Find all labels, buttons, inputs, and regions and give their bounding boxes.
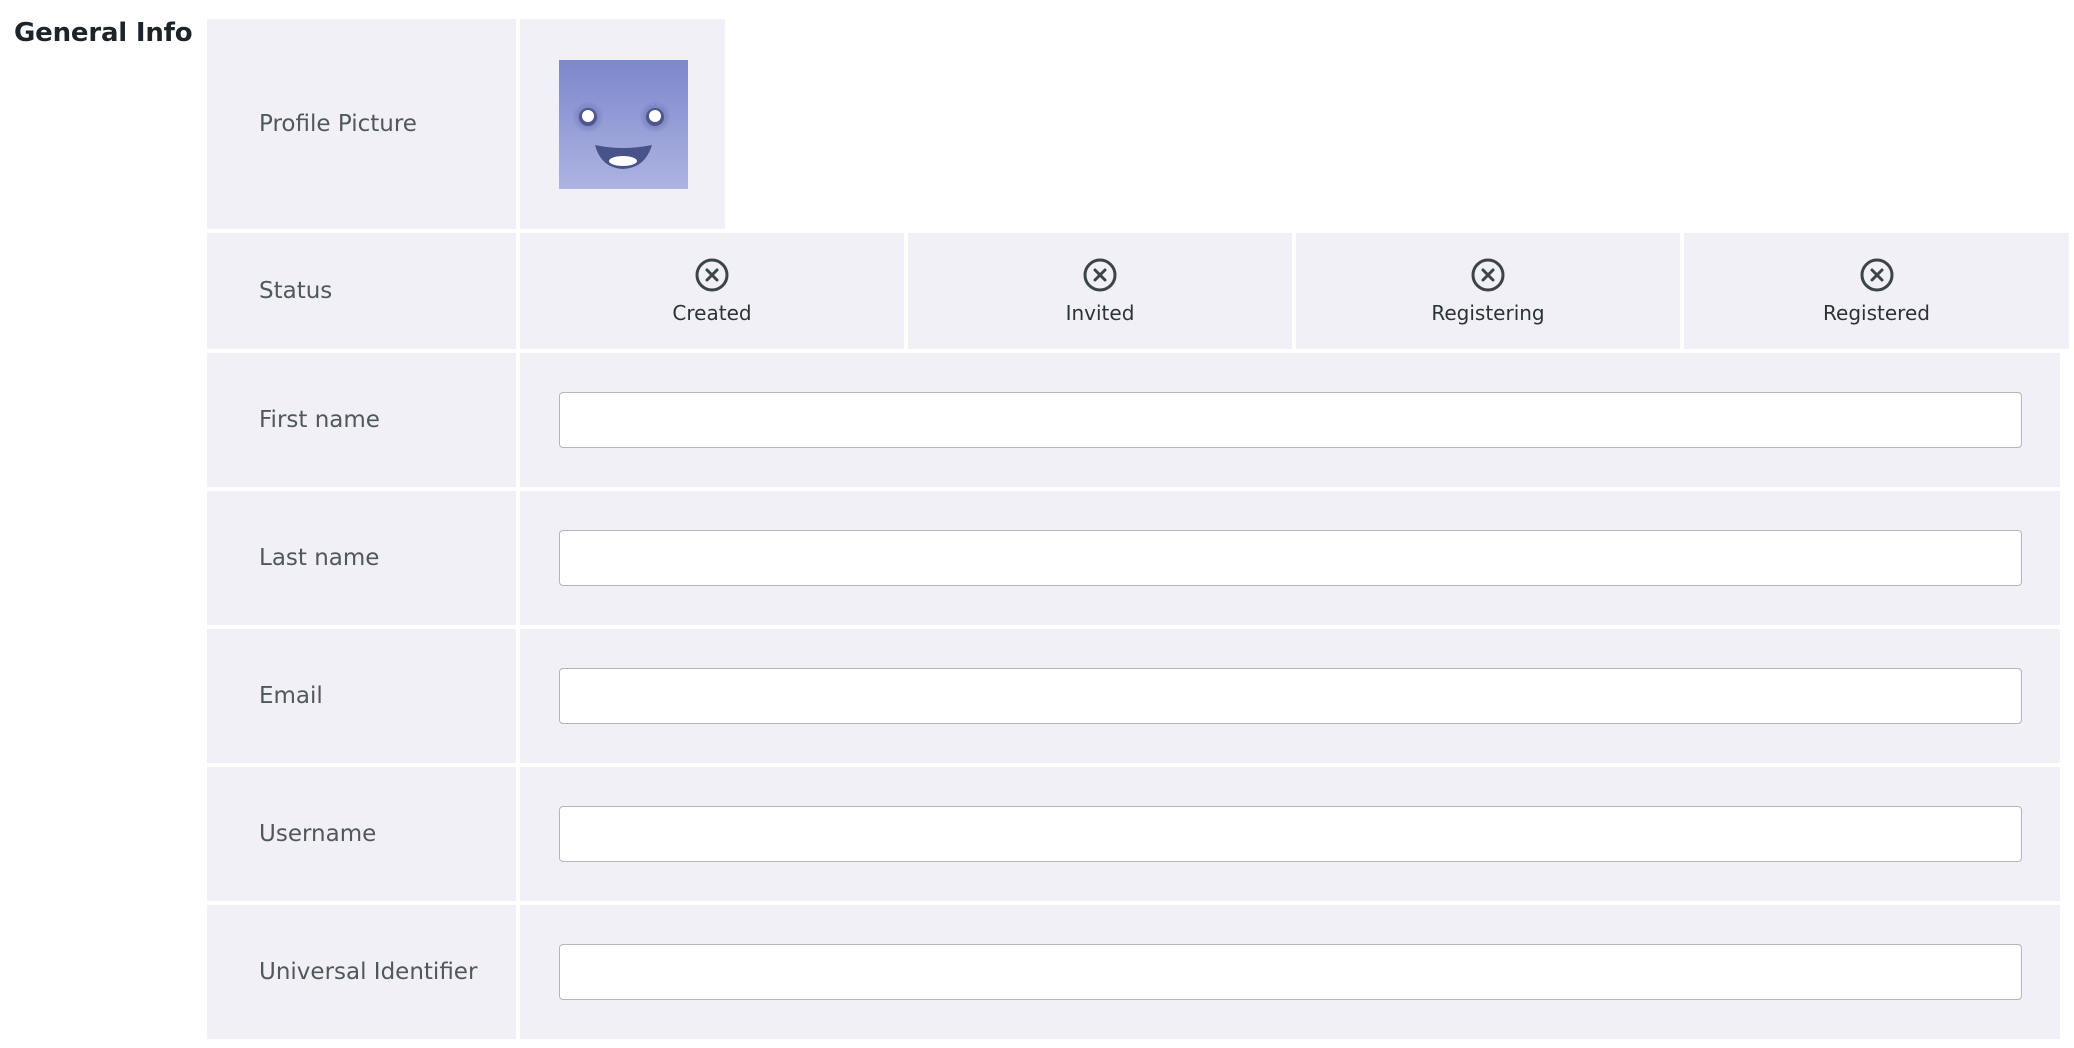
universal-identifier-label: Universal Identifier (207, 905, 516, 1039)
status-step-invited: Invited (908, 233, 1292, 349)
universal-identifier-cell (520, 905, 2060, 1039)
username-input[interactable] (559, 806, 2022, 862)
username-label: Username (207, 767, 516, 901)
email-row: Email (207, 629, 2060, 763)
email-label: Email (207, 629, 516, 763)
username-cell (520, 767, 2060, 901)
universal-identifier-input[interactable] (559, 944, 2022, 1000)
status-step-created: Created (520, 233, 904, 349)
status-step-registering: Registering (1296, 233, 1680, 349)
universal-identifier-row: Universal Identifier (207, 905, 2060, 1039)
x-circle-icon (1860, 258, 1893, 292)
x-circle-icon (1471, 258, 1505, 292)
first-name-row: First name (207, 353, 2060, 487)
first-name-input[interactable] (559, 392, 2022, 448)
last-name-input[interactable] (559, 530, 2022, 586)
first-name-label: First name (207, 353, 516, 487)
section-title: General Info (14, 18, 193, 48)
status-row: Status Created Invited Registering Regis… (207, 233, 2069, 349)
x-circle-icon (695, 258, 729, 292)
x-circle-icon (1083, 258, 1117, 292)
status-step-label: Registered (1823, 301, 1930, 325)
avatar[interactable] (559, 59, 688, 189)
status-label: Status (207, 233, 516, 349)
status-steps: Created Invited Registering Registered (520, 233, 2069, 349)
profile-picture-row: Profile Picture (207, 19, 725, 229)
profile-picture-label: Profile Picture (207, 19, 516, 229)
general-info-panel: General Info Profile Picture Status Crea… (0, 0, 2074, 1048)
status-step-label: Registering (1431, 301, 1545, 325)
last-name-label: Last name (207, 491, 516, 625)
status-step-label: Invited (1065, 301, 1135, 325)
last-name-cell (520, 491, 2060, 625)
status-step-registered: Registered (1684, 233, 2069, 349)
last-name-row: Last name (207, 491, 2060, 625)
username-row: Username (207, 767, 2060, 901)
first-name-cell (520, 353, 2060, 487)
profile-picture-cell (520, 19, 725, 229)
status-step-label: Created (672, 301, 752, 325)
email-cell (520, 629, 2060, 763)
email-input[interactable] (559, 668, 2022, 724)
